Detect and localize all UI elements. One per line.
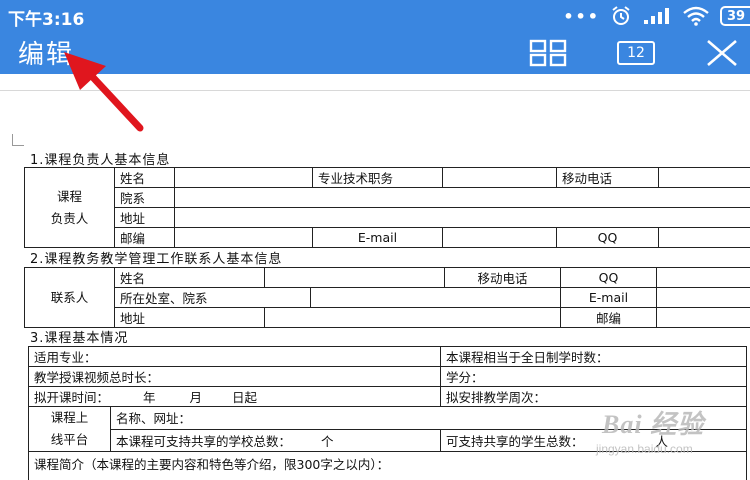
contact-postcode-label: 邮编 (560, 307, 657, 328)
students-label: 可支持共享的学生总数： (446, 433, 584, 449)
contact-name-field[interactable] (264, 267, 445, 288)
qq-field[interactable] (658, 227, 750, 248)
video-hours-field[interactable]: 教学授课视频总时长： (27, 366, 442, 387)
contact-rowhead: 联系人 (24, 267, 115, 328)
qq-label: QQ (555, 227, 660, 248)
contact-email-label: E-mail (560, 287, 657, 308)
unit-ge-label: 个 (321, 433, 334, 449)
contact-office-label: 所在处室、院系 (114, 287, 311, 308)
schools-field[interactable]: 本课程可支持共享的学校总数： 个 (109, 428, 442, 452)
contact-office-field[interactable] (310, 287, 561, 308)
month-label: 月 (189, 390, 203, 405)
section-2-heading: 2.课程教务教学管理工作联系人基本信息 (30, 252, 283, 267)
major-field[interactable]: 适用专业： (27, 346, 442, 367)
day-label: 日起 (232, 390, 258, 405)
section-3-heading: 3.课程基本情况 (30, 331, 129, 346)
contact-address-field[interactable] (264, 307, 561, 328)
contact-qq-field[interactable] (656, 267, 750, 288)
dept-field[interactable] (173, 187, 750, 208)
mobile-field[interactable] (658, 167, 750, 188)
table-contact: 联系人 姓名 移动电话 QQ 所在处室、院系 E-mail 地址 邮编 (24, 267, 750, 328)
name-label: 姓名 (114, 167, 175, 188)
fulltime-hours-field[interactable]: 本课程相当于全日制学时数： (440, 346, 748, 367)
schools-label: 本课程可支持共享的学校总数： (116, 433, 292, 449)
email-field[interactable] (442, 227, 557, 248)
address-field[interactable] (173, 207, 750, 228)
mobile-label: 移动电话 (555, 167, 660, 188)
table-course-leader: 课程 负责人 姓名 专业技术职务 移动电话 院系 地址 邮编 E-mail QQ (24, 167, 750, 248)
contact-postcode-field[interactable] (656, 307, 750, 328)
contact-name-label: 姓名 (114, 267, 265, 288)
credits-field[interactable]: 学分： (440, 366, 748, 387)
postcode-label: 邮编 (114, 227, 175, 248)
contact-qq-label: QQ (560, 267, 657, 288)
platform-rowhead: 课程上 线平台 (28, 406, 111, 452)
year-label: 年 (143, 390, 156, 405)
watermark: Bai 经验 jingyan.baidu.com (596, 398, 726, 460)
watermark-brand: Bai 经验 (602, 410, 705, 439)
dept-label: 院系 (114, 187, 175, 208)
start-time-label: 拟开课时间： (34, 390, 110, 405)
title-field[interactable] (442, 167, 557, 188)
contact-email-field[interactable] (656, 287, 750, 308)
contact-address-label: 地址 (114, 307, 265, 328)
watermark-url: jingyan.baidu.com (596, 442, 693, 456)
title-label: 专业技术职务 (312, 167, 443, 188)
course-leader-rowhead: 课程 负责人 (24, 167, 115, 248)
name-field[interactable] (174, 167, 313, 188)
postcode-field[interactable] (174, 227, 313, 248)
contact-mobile-label: 移动电话 (444, 267, 561, 288)
section-1-heading: 1.课程负责人基本信息 (30, 153, 171, 168)
email-label: E-mail (312, 227, 443, 248)
address-label: 地址 (114, 207, 175, 228)
start-time-field[interactable]: 拟开课时间： 年 月 日起 (27, 386, 442, 407)
